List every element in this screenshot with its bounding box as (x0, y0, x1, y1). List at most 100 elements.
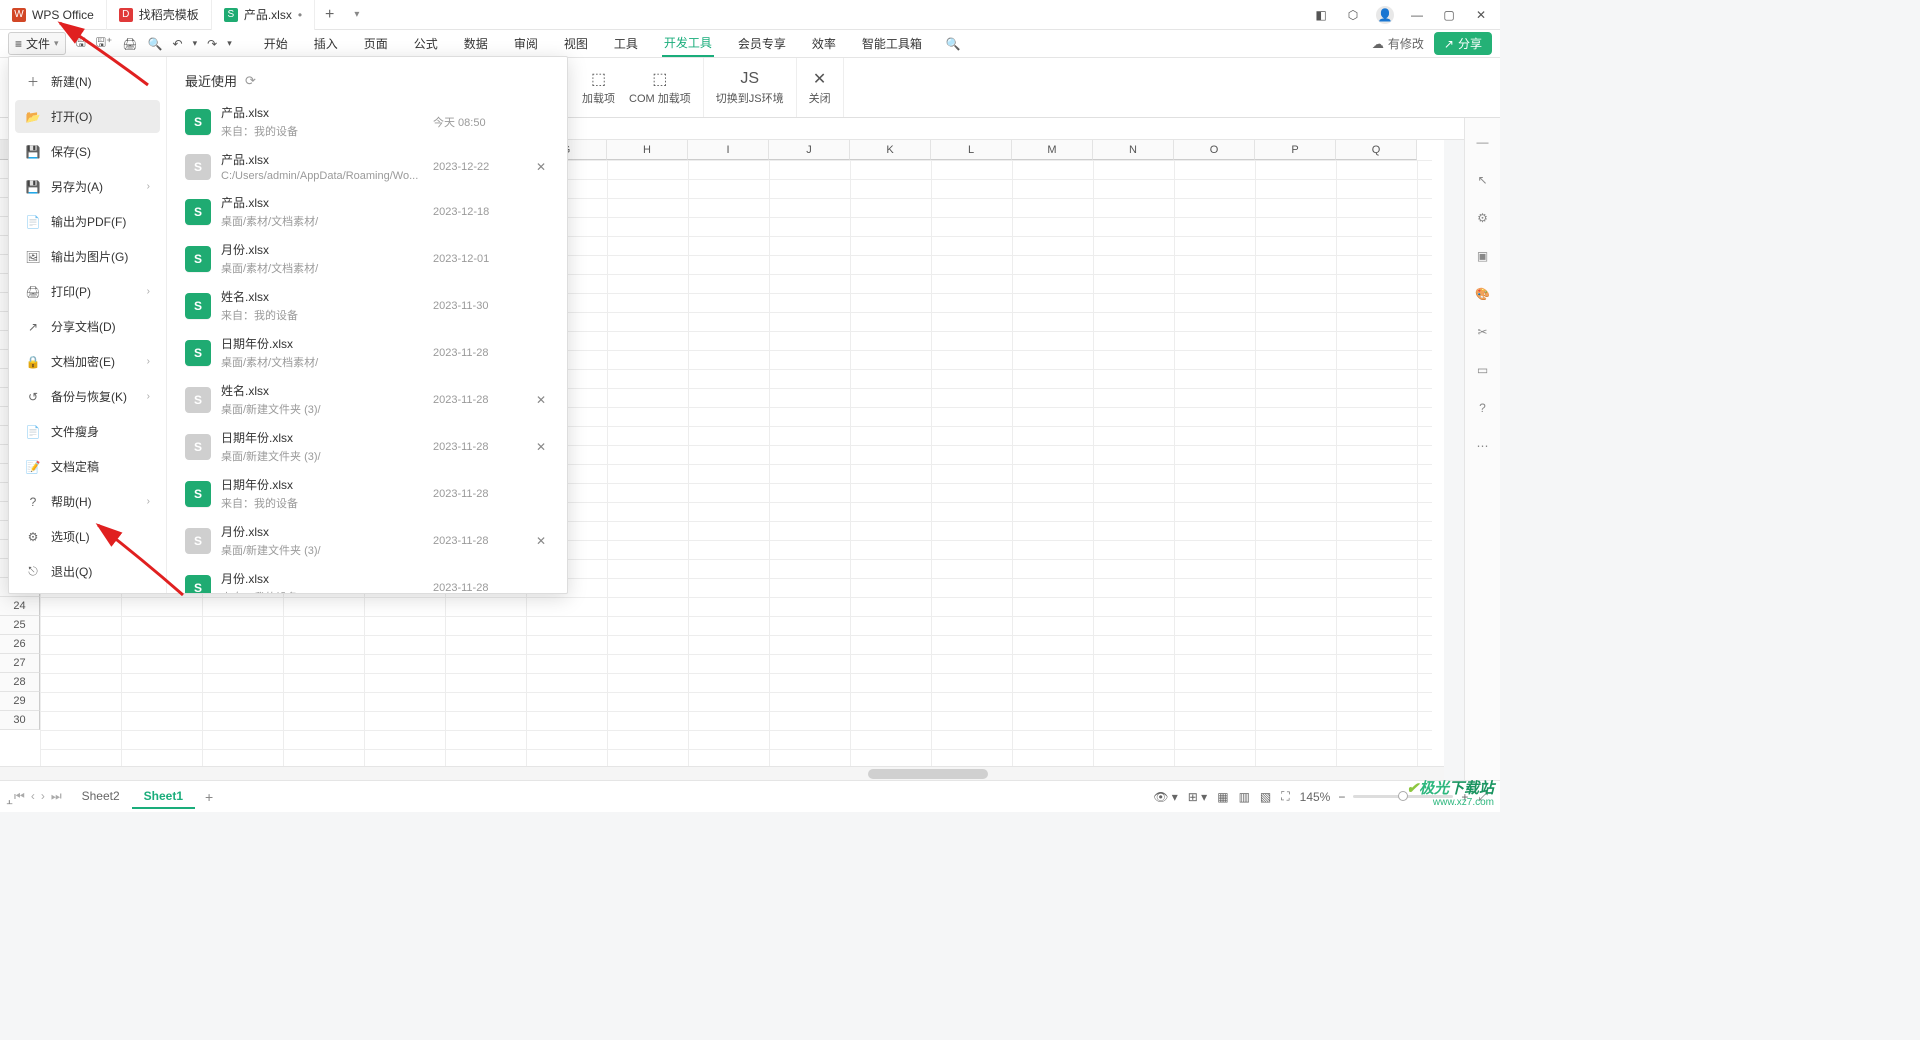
ribbon-button[interactable]: JS切换到JS环境 (716, 70, 784, 106)
menu-tab[interactable]: 效率 (810, 31, 838, 56)
recent-file-item[interactable]: S 产品.xlsx 桌面/素材/文档素材/ 2023-12-18 ✕ (175, 188, 559, 235)
row-header[interactable]: 29 (0, 692, 40, 711)
file-menu-item[interactable]: ↺ 备份与恢复(K) › (15, 380, 160, 413)
row-header[interactable]: 30 (0, 711, 40, 730)
search-icon[interactable]: 🔍 (946, 37, 961, 51)
row-header[interactable]: 27 (0, 654, 40, 673)
column-header[interactable]: I (688, 140, 769, 160)
file-menu-item[interactable]: 🔒 文档加密(E) › (15, 345, 160, 378)
menu-tab[interactable]: 开始 (262, 31, 290, 56)
redo-icon[interactable]: ↷ (207, 37, 217, 51)
file-menu-button[interactable]: ≡ 文件 ▾ (8, 32, 66, 55)
refresh-icon[interactable]: ⟳ (245, 73, 256, 89)
ribbon-button[interactable]: ✕关闭 (809, 70, 831, 106)
style-icon[interactable]: 🎨 (1473, 284, 1493, 304)
undo-icon[interactable]: ↶ (173, 37, 183, 51)
recent-file-item[interactable]: S 日期年份.xlsx 桌面/素材/文档素材/ 2023-11-28 ✕ (175, 329, 559, 376)
menu-tab[interactable]: 工具 (612, 31, 640, 56)
file-menu-item[interactable]: ⎋ 退出(Q) (15, 555, 160, 588)
menu-tab[interactable]: 视图 (562, 31, 590, 56)
recent-file-item[interactable]: S 产品.xlsx C:/Users/admin/AppData/Roaming… (175, 145, 559, 188)
avatar-icon[interactable]: 👤 (1376, 6, 1394, 24)
row-header[interactable]: 24 (0, 597, 40, 616)
recent-file-item[interactable]: S 日期年份.xlsx 来自：我的设备 2023-11-28 ✕ (175, 470, 559, 517)
column-header[interactable]: M (1012, 140, 1093, 160)
layout-icon[interactable]: ▣ (1473, 246, 1493, 266)
column-header[interactable]: K (850, 140, 931, 160)
recent-file-item[interactable]: S 姓名.xlsx 来自：我的设备 2023-11-30 ✕ (175, 282, 559, 329)
file-menu-item[interactable]: 💾 另存为(A) › (15, 170, 160, 203)
close-button[interactable]: ✕ (1472, 6, 1490, 24)
sidebar-toggle-icon[interactable]: ◧ (1312, 6, 1330, 24)
file-menu-item[interactable]: 🖼 输出为图片(G) (15, 240, 160, 273)
share-button[interactable]: ↗ 分享 (1434, 32, 1492, 55)
menu-tab[interactable]: 会员专享 (736, 31, 788, 56)
file-menu-item[interactable]: 💾 保存(S) (15, 135, 160, 168)
file-menu-item[interactable]: 📄 输出为PDF(F) (15, 205, 160, 238)
menu-tab[interactable]: 开发工具 (662, 30, 714, 57)
file-menu-item[interactable]: 🖨 打印(P) › (15, 275, 160, 308)
menu-tab[interactable]: 审阅 (512, 31, 540, 56)
saveas-icon[interactable]: 🖫⁺ (96, 33, 113, 54)
column-header[interactable]: N (1093, 140, 1174, 160)
maximize-button[interactable]: ▢ (1440, 6, 1458, 24)
tab-dropdown[interactable]: ▾ (344, 9, 369, 20)
robot-icon[interactable]: ⚙ (1473, 208, 1493, 228)
collapse-icon[interactable]: — (1473, 132, 1493, 152)
tools-icon[interactable]: ✂ (1473, 322, 1493, 342)
modified-indicator[interactable]: ☁ 有修改 (1372, 35, 1424, 52)
menu-tab[interactable]: 插入 (312, 31, 340, 56)
column-header[interactable]: O (1174, 140, 1255, 160)
horizontal-scrollbar[interactable] (0, 766, 1444, 780)
minimize-button[interactable]: — (1408, 6, 1426, 24)
remove-recent-icon[interactable]: ✕ (533, 440, 549, 454)
undo-drop-icon[interactable]: ▾ (193, 38, 198, 49)
cube-icon[interactable]: ⬡ (1344, 6, 1362, 24)
print-icon[interactable]: 🖨 (122, 37, 137, 51)
new-tab-button[interactable]: + (315, 6, 344, 24)
recent-file-date: 2023-11-28 (433, 394, 523, 406)
row-header[interactable]: 26 (0, 635, 40, 654)
recent-file-item[interactable]: S 日期年份.xlsx 桌面/新建文件夹 (3)/ 2023-11-28 ✕ (175, 423, 559, 470)
recent-file-item[interactable]: S 月份.xlsx 桌面/新建文件夹 (3)/ 2023-11-28 ✕ (175, 517, 559, 564)
file-menu-item[interactable]: ⚙ 选项(L) (15, 520, 160, 553)
title-tab[interactable]: W WPS Office (0, 0, 107, 30)
preview-icon[interactable]: 🔍 (148, 37, 163, 51)
save-icon[interactable]: 🖫 (76, 33, 86, 54)
column-header[interactable]: L (931, 140, 1012, 160)
menu-tab[interactable]: 数据 (462, 31, 490, 56)
scroll-thumb[interactable] (868, 769, 988, 779)
redo-drop-icon[interactable]: ▾ (227, 38, 232, 49)
file-menu-item[interactable]: ＋ 新建(N) (15, 65, 160, 98)
row-header[interactable]: 28 (0, 673, 40, 692)
title-tab[interactable]: S 产品.xlsx • (212, 0, 315, 30)
file-menu-item[interactable]: 📝 文档定稿 (15, 450, 160, 483)
file-menu-item[interactable]: 📄 文件瘦身 (15, 415, 160, 448)
remove-recent-icon[interactable]: ✕ (533, 160, 549, 174)
title-tab[interactable]: D 找稻壳模板 (107, 0, 212, 30)
ribbon-button[interactable]: ⬚COM 加载项 (629, 70, 691, 106)
column-header[interactable]: H (607, 140, 688, 160)
recent-file-item[interactable]: S 月份.xlsx 来自：我的设备 2023-11-28 ✕ (175, 564, 559, 593)
menu-tab[interactable]: 公式 (412, 31, 440, 56)
menu-tab[interactable]: 智能工具箱 (860, 31, 924, 56)
row-header[interactable]: 25 (0, 616, 40, 635)
recent-file-date: 2023-11-28 (433, 535, 523, 547)
file-menu-item[interactable]: 📂 打开(O) (15, 100, 160, 133)
file-menu-item[interactable]: ? 帮助(H) › (15, 485, 160, 518)
remove-recent-icon[interactable]: ✕ (533, 393, 549, 407)
column-header[interactable]: P (1255, 140, 1336, 160)
recent-file-item[interactable]: S 月份.xlsx 桌面/素材/文档素材/ 2023-12-01 ✕ (175, 235, 559, 282)
cursor-icon[interactable]: ↖ (1473, 170, 1493, 190)
file-menu-item[interactable]: ↗ 分享文档(D) (15, 310, 160, 343)
help-icon[interactable]: ? (1473, 398, 1493, 418)
recent-file-item[interactable]: S 产品.xlsx 来自：我的设备 今天 08:50 ✕ (175, 98, 559, 145)
recent-file-item[interactable]: S 姓名.xlsx 桌面/新建文件夹 (3)/ 2023-11-28 ✕ (175, 376, 559, 423)
remove-recent-icon[interactable]: ✕ (533, 534, 549, 548)
column-header[interactable]: J (769, 140, 850, 160)
more-icon[interactable]: ⋯ (1473, 436, 1493, 456)
column-header[interactable]: Q (1336, 140, 1417, 160)
menu-tab[interactable]: 页面 (362, 31, 390, 56)
id-icon[interactable]: ▭ (1473, 360, 1493, 380)
ribbon-button[interactable]: ⬚加载项 (582, 70, 615, 106)
